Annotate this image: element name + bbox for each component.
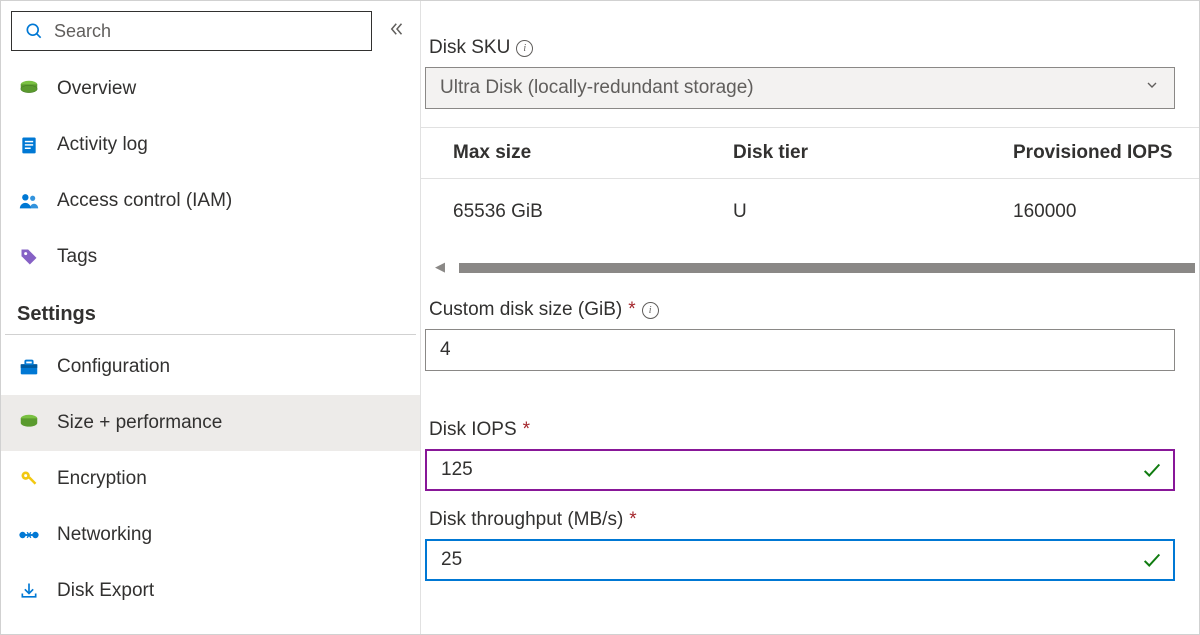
sidebar-item-label: Encryption bbox=[57, 468, 147, 490]
search-input[interactable] bbox=[54, 21, 361, 42]
network-icon bbox=[17, 523, 41, 547]
required-indicator: * bbox=[629, 509, 636, 531]
checkmark-icon bbox=[1141, 549, 1163, 571]
sidebar-item-encryption[interactable]: Encryption bbox=[1, 451, 420, 507]
tag-icon bbox=[17, 245, 41, 269]
sidebar-item-label: Activity log bbox=[57, 134, 148, 156]
sidebar-item-label: Overview bbox=[57, 78, 136, 100]
disk-sku-select[interactable]: Ultra Disk (locally-redundant storage) bbox=[425, 67, 1175, 109]
sidebar-item-label: Size + performance bbox=[57, 412, 222, 434]
sidebar-item-networking[interactable]: Networking bbox=[1, 507, 420, 563]
disk-icon bbox=[17, 77, 41, 101]
sidebar-item-label: Access control (IAM) bbox=[57, 190, 232, 212]
disk-throughput-label: Disk throughput (MB/s) bbox=[429, 509, 623, 531]
col-disk-tier: Disk tier bbox=[733, 142, 993, 164]
sidebar-item-label: Disk Export bbox=[57, 580, 154, 602]
disk-sku-label: Disk SKU bbox=[429, 37, 510, 59]
disk-iops-input[interactable] bbox=[425, 449, 1175, 491]
sidebar-item-label: Configuration bbox=[57, 356, 170, 378]
required-indicator: * bbox=[628, 299, 635, 321]
required-indicator: * bbox=[523, 419, 530, 441]
sku-table: Max size Disk tier Provisioned IOPS 6553… bbox=[421, 127, 1199, 245]
sidebar: Overview Activity log Access control (IA… bbox=[1, 1, 421, 634]
chevron-down-icon bbox=[1144, 77, 1160, 99]
search-icon bbox=[22, 19, 46, 43]
sidebar-item-access-control[interactable]: Access control (IAM) bbox=[1, 173, 420, 229]
main-panel: Disk SKU i Ultra Disk (locally-redundant… bbox=[421, 1, 1199, 634]
custom-disk-size-input[interactable] bbox=[425, 329, 1175, 371]
activity-log-icon bbox=[17, 133, 41, 157]
cell-max-size: 65536 GiB bbox=[453, 201, 733, 223]
sidebar-item-activity-log[interactable]: Activity log bbox=[1, 117, 420, 173]
sidebar-item-label: Networking bbox=[57, 524, 152, 546]
checkmark-icon bbox=[1141, 459, 1163, 481]
key-icon bbox=[17, 467, 41, 491]
scroll-left-arrow[interactable]: ◀ bbox=[435, 259, 445, 275]
people-icon bbox=[17, 189, 41, 213]
sidebar-item-tags[interactable]: Tags bbox=[1, 229, 420, 285]
toolbox-icon bbox=[17, 355, 41, 379]
custom-size-label: Custom disk size (GiB) bbox=[429, 299, 622, 321]
sidebar-section-settings: Settings bbox=[5, 285, 416, 335]
cell-prov-iops: 160000 bbox=[993, 201, 1185, 223]
cell-disk-tier: U bbox=[733, 201, 993, 223]
info-icon[interactable]: i bbox=[642, 302, 659, 319]
collapse-sidebar-button[interactable] bbox=[384, 16, 410, 47]
disk-icon bbox=[17, 411, 41, 435]
sidebar-item-size-performance[interactable]: Size + performance bbox=[1, 395, 420, 451]
disk-throughput-input[interactable] bbox=[425, 539, 1175, 581]
disk-iops-label: Disk IOPS bbox=[429, 419, 517, 441]
sidebar-item-configuration[interactable]: Configuration bbox=[1, 339, 420, 395]
table-row[interactable]: 65536 GiB U 160000 bbox=[421, 179, 1199, 245]
horizontal-scrollbar[interactable]: ◀ bbox=[425, 261, 1195, 275]
sidebar-item-label: Tags bbox=[57, 246, 97, 268]
sidebar-item-disk-export[interactable]: Disk Export bbox=[1, 563, 420, 619]
disk-sku-value: Ultra Disk (locally-redundant storage) bbox=[440, 77, 754, 99]
sidebar-item-overview[interactable]: Overview bbox=[1, 61, 420, 117]
col-max-size: Max size bbox=[453, 142, 733, 164]
search-box[interactable] bbox=[11, 11, 372, 51]
info-icon[interactable]: i bbox=[516, 40, 533, 57]
export-icon bbox=[17, 579, 41, 603]
col-prov-iops: Provisioned IOPS bbox=[993, 142, 1185, 164]
